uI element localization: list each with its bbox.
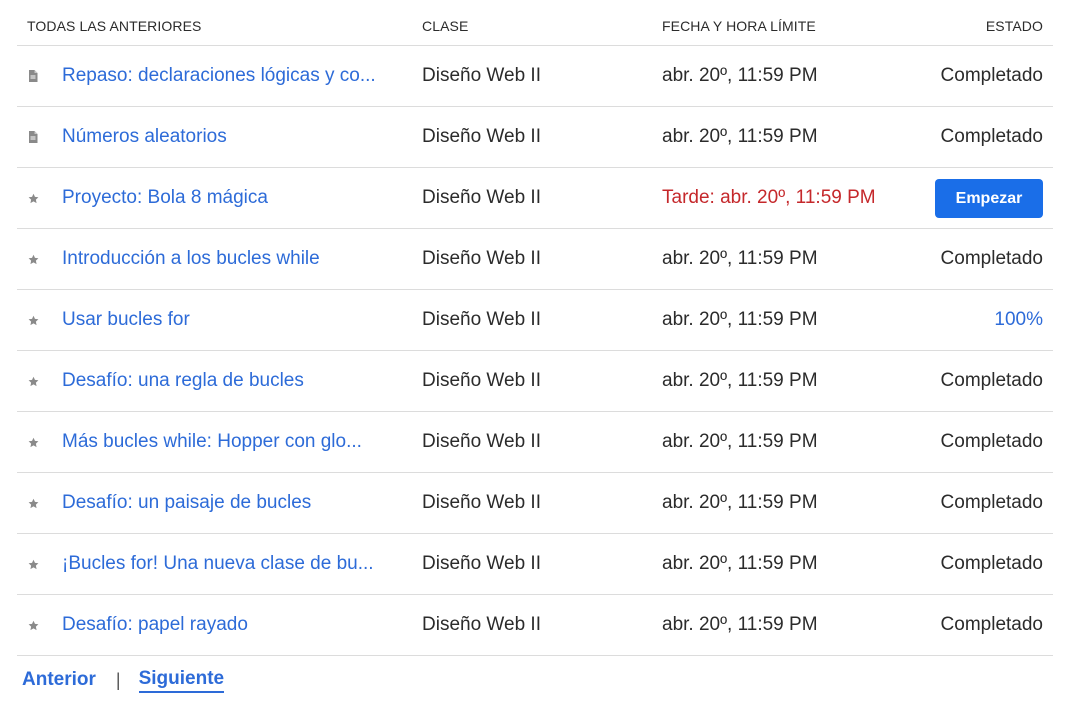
header-name[interactable]: TODAS LAS ANTERIORES <box>17 6 422 46</box>
icon-cell <box>17 472 62 534</box>
table-row: Más bucles while: Hopper con glo... Diseñ… <box>17 411 1053 473</box>
assignment-name-cell: Números aleatorios <box>62 106 422 168</box>
assignment-name-cell: Más bucles while: Hopper con glo... <box>62 411 422 473</box>
star-icon <box>28 193 62 204</box>
status-text: Completado <box>922 472 1053 534</box>
table-row: Introducción a los bucles while Diseño We… <box>17 228 1053 290</box>
header-class[interactable]: CLASE <box>422 6 662 46</box>
header-status[interactable]: ESTADO <box>922 6 1053 46</box>
assignment-name-cell: Usar bucles for <box>62 289 422 351</box>
assignment-link[interactable]: Usar bucles for <box>62 309 380 331</box>
assignment-name-cell: ¡Bucles for! Una nueva clase de bu... <box>62 533 422 595</box>
star-icon <box>28 376 62 387</box>
icon-cell <box>17 411 62 473</box>
icon-cell <box>17 228 62 290</box>
due-date: abr. 20º, 11:59 PM <box>662 106 922 168</box>
table-row: Desafío: papel rayado Diseño Web II abr. 2… <box>17 594 1053 656</box>
table-row: Números aleatorios Diseño Web II abr. 20º,… <box>17 106 1053 168</box>
icon-cell <box>17 167 62 229</box>
previous-page-link[interactable]: Anterior <box>22 669 96 691</box>
due-date: abr. 20º, 11:59 PM <box>662 350 922 412</box>
icon-cell <box>17 45 62 107</box>
icon-cell <box>17 289 62 351</box>
header-due[interactable]: FECHA Y HORA LÍMITE <box>662 6 922 46</box>
class-name: Diseño Web II <box>422 533 662 595</box>
table-row: Proyecto: Bola 8 mágica Diseño Web II Tard… <box>17 167 1053 229</box>
assignment-name-cell: Desafío: papel rayado <box>62 594 422 656</box>
assignment-name-cell: Desafío: un paisaje de bucles <box>62 472 422 534</box>
due-date-late: Tarde: abr. 20º, 11:59 PM <box>662 167 922 229</box>
assignment-link[interactable]: Repaso: declaraciones lógicas y co... <box>62 65 380 87</box>
assignment-link[interactable]: Proyecto: Bola 8 mágica <box>62 187 380 209</box>
document-icon <box>28 70 62 82</box>
status-text: Completado <box>922 533 1053 595</box>
start-button[interactable]: Empezar <box>935 178 1043 218</box>
due-date: abr. 20º, 11:59 PM <box>662 533 922 595</box>
star-icon <box>28 315 62 326</box>
class-name: Diseño Web II <box>422 411 662 473</box>
due-date: abr. 20º, 11:59 PM <box>662 289 922 351</box>
assignment-name-cell: Desafío: una regla de bucles <box>62 350 422 412</box>
class-name: Diseño Web II <box>422 167 662 229</box>
class-name: Diseño Web II <box>422 106 662 168</box>
star-icon <box>28 559 62 570</box>
class-name: Diseño Web II <box>422 228 662 290</box>
next-page-link[interactable]: Siguiente <box>138 668 225 693</box>
class-name: Diseño Web II <box>422 472 662 534</box>
assignment-name-cell: Repaso: declaraciones lógicas y co... <box>62 45 422 107</box>
status-text: Completado <box>922 228 1053 290</box>
pagination-separator: | <box>115 669 121 690</box>
assignments-page: TODAS LAS ANTERIORES CLASE FECHA Y HORA … <box>0 0 1087 708</box>
status-text: Completado <box>922 594 1053 656</box>
table-row: Repaso: declaraciones lógicas y co... Dis… <box>17 45 1053 107</box>
status-text: Completado <box>922 411 1053 473</box>
due-date: abr. 20º, 11:59 PM <box>662 472 922 534</box>
icon-cell <box>17 106 62 168</box>
class-name: Diseño Web II <box>422 45 662 107</box>
icon-cell <box>17 594 62 656</box>
due-date: abr. 20º, 11:59 PM <box>662 594 922 656</box>
assignment-link[interactable]: ¡Bucles for! Una nueva clase de bu... <box>62 553 380 575</box>
star-icon <box>28 254 62 265</box>
document-icon <box>28 131 62 143</box>
assignment-link[interactable]: Introducción a los bucles while <box>62 248 380 270</box>
assignment-link[interactable]: Números aleatorios <box>62 126 380 148</box>
due-date: abr. 20º, 11:59 PM <box>662 228 922 290</box>
assignment-name-cell: Proyecto: Bola 8 mágica <box>62 167 422 229</box>
table-row: ¡Bucles for! Una nueva clase de bu... Dis… <box>17 533 1053 595</box>
assignment-link[interactable]: Más bucles while: Hopper con glo... <box>62 431 380 453</box>
status-text: Completado <box>922 106 1053 168</box>
class-name: Diseño Web II <box>422 594 662 656</box>
status-text: Completado <box>922 45 1053 107</box>
assignment-name-cell: Introducción a los bucles while <box>62 228 422 290</box>
assignment-link[interactable]: Desafío: una regla de bucles <box>62 370 380 392</box>
due-date: abr. 20º, 11:59 PM <box>662 411 922 473</box>
status-text: Completado <box>922 350 1053 412</box>
status-percent: 100% <box>922 289 1053 351</box>
icon-cell <box>17 350 62 412</box>
star-icon <box>28 620 62 631</box>
star-icon <box>28 498 62 509</box>
assignment-link[interactable]: Desafío: papel rayado <box>62 614 380 636</box>
assignment-link[interactable]: Desafío: un paisaje de bucles <box>62 492 380 514</box>
table-row: Desafío: una regla de bucles Diseño Web I… <box>17 350 1053 412</box>
table-row: Desafío: un paisaje de bucles Diseño Web … <box>17 472 1053 534</box>
pagination: Anterior | Siguiente <box>22 666 225 694</box>
table-row: Usar bucles for Diseño Web II abr. 20º, 11… <box>17 289 1053 351</box>
assignments-table: TODAS LAS ANTERIORES CLASE FECHA Y HORA … <box>17 6 1053 656</box>
due-date: abr. 20º, 11:59 PM <box>662 45 922 107</box>
table-header-row: TODAS LAS ANTERIORES CLASE FECHA Y HORA … <box>17 6 1053 46</box>
class-name: Diseño Web II <box>422 289 662 351</box>
status-cell: Empezar <box>922 167 1053 229</box>
icon-cell <box>17 533 62 595</box>
star-icon <box>28 437 62 448</box>
class-name: Diseño Web II <box>422 350 662 412</box>
